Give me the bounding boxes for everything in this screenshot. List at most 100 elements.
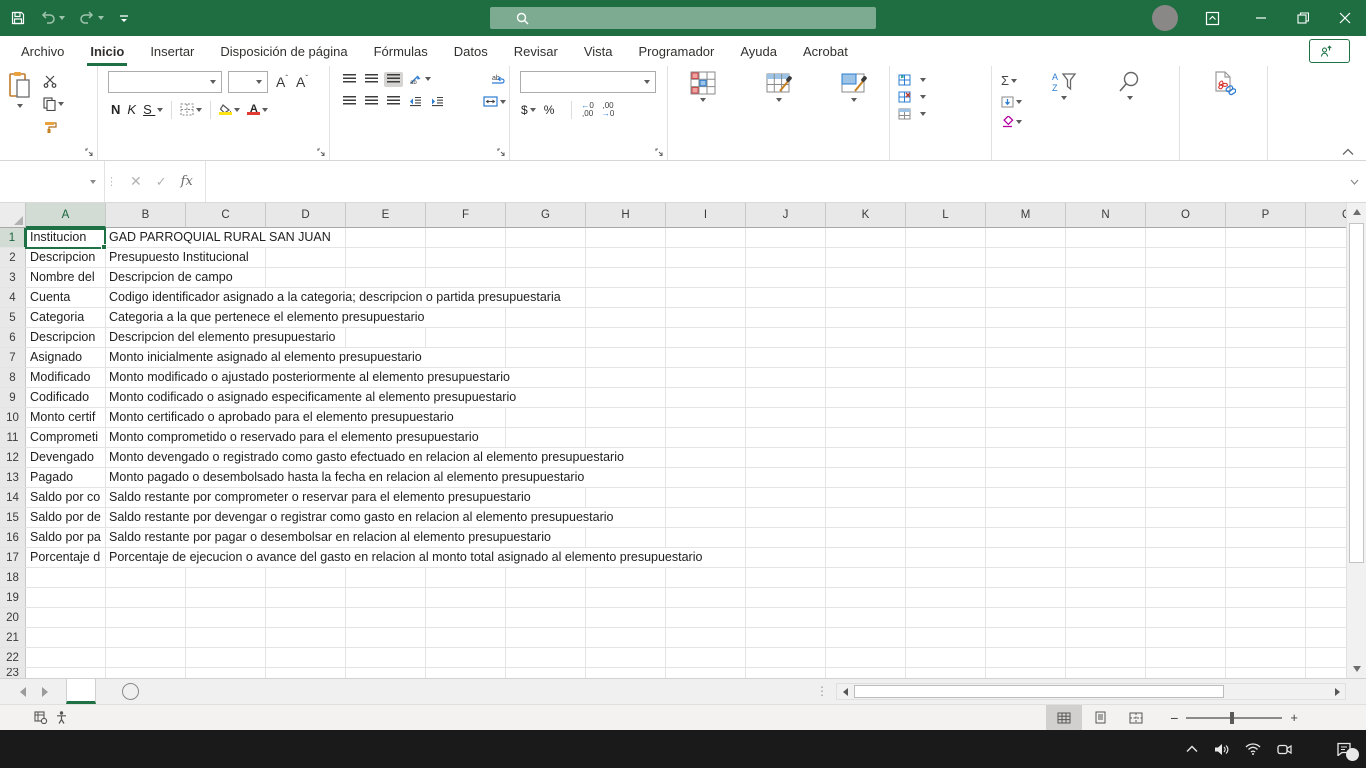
- name-box[interactable]: [0, 161, 104, 202]
- cell-area[interactable]: [106, 628, 1346, 647]
- vertical-scroll-thumb[interactable]: [1349, 223, 1364, 563]
- zoom-out-button[interactable]: −: [1170, 710, 1178, 726]
- cell-area[interactable]: Porcentaje de ejecucion o avance del gas…: [106, 548, 1346, 567]
- column-header[interactable]: E: [346, 203, 426, 228]
- row-header[interactable]: 15: [0, 508, 26, 527]
- cell-column-b[interactable]: Monto certificado o aprobado para el ele…: [106, 408, 458, 427]
- customize-qat-button[interactable]: [118, 12, 130, 24]
- cell-column-b[interactable]: Monto codificado o asignado especificame…: [106, 388, 520, 407]
- cell-area[interactable]: Codigo identificador asignado a la categ…: [106, 288, 1346, 307]
- cell-column-b[interactable]: Descripcion del elemento presupuestario: [106, 328, 340, 347]
- ribbon-tab[interactable]: Inicio: [77, 36, 137, 66]
- format-as-table-button[interactable]: [744, 71, 814, 102]
- cell-column-a[interactable]: Nombre del: [26, 268, 106, 287]
- copy-button[interactable]: [40, 95, 67, 113]
- cell-column-b[interactable]: Saldo restante por comprometer o reserva…: [106, 488, 535, 507]
- restore-button[interactable]: [1282, 0, 1324, 36]
- select-all-corner[interactable]: [0, 203, 26, 228]
- volume-button[interactable]: [1214, 743, 1229, 756]
- align-middle-button[interactable]: [362, 72, 381, 87]
- cell-column-a[interactable]: Saldo por pa: [26, 528, 106, 547]
- cell-column-b[interactable]: Descripcion de campo: [106, 268, 237, 287]
- row-header[interactable]: 14: [0, 488, 26, 507]
- row-header[interactable]: 6: [0, 328, 26, 347]
- paste-button[interactable]: [8, 71, 32, 135]
- cell-area[interactable]: Descripcion del elemento presupuestario: [106, 328, 1346, 347]
- cell-column-a[interactable]: [26, 628, 106, 647]
- wrap-text-button[interactable]: ab: [488, 71, 509, 87]
- font-dialog-launcher[interactable]: [317, 148, 326, 157]
- cell-column-a[interactable]: Saldo por co: [26, 488, 106, 507]
- decrease-indent-button[interactable]: [406, 94, 425, 109]
- column-header[interactable]: A: [26, 203, 106, 228]
- cell-column-a[interactable]: [26, 568, 106, 587]
- row-header[interactable]: 21: [0, 628, 26, 647]
- row-header[interactable]: 18: [0, 568, 26, 587]
- row-header[interactable]: 11: [0, 428, 26, 447]
- zoom-slider-thumb[interactable]: [1230, 712, 1234, 724]
- align-right-button[interactable]: [384, 94, 403, 109]
- cell-column-b[interactable]: Monto modificado o ajustado posteriormen…: [106, 368, 514, 387]
- ribbon-tab[interactable]: Insertar: [137, 36, 207, 66]
- italic-button[interactable]: K: [124, 100, 139, 119]
- align-center-button[interactable]: [362, 94, 381, 109]
- cancel-button[interactable]: ✕: [130, 173, 142, 190]
- align-left-button[interactable]: [340, 94, 359, 109]
- vertical-scrollbar[interactable]: [1346, 203, 1366, 678]
- cell-column-a[interactable]: Devengado: [26, 448, 106, 467]
- column-header[interactable]: B: [106, 203, 186, 228]
- row-header[interactable]: 1: [0, 228, 26, 247]
- cell-area[interactable]: Monto codificado o asignado especificame…: [106, 388, 1346, 407]
- cell-column-a[interactable]: [26, 668, 106, 678]
- cell-column-a[interactable]: Porcentaje d: [26, 548, 106, 567]
- row-header[interactable]: 19: [0, 588, 26, 607]
- align-top-button[interactable]: [340, 72, 359, 87]
- column-header[interactable]: N: [1066, 203, 1146, 228]
- cell-area[interactable]: Monto comprometido o reservado para el e…: [106, 428, 1346, 447]
- cell-column-b[interactable]: Codigo identificador asignado a la categ…: [106, 288, 565, 307]
- row-header[interactable]: 9: [0, 388, 26, 407]
- macro-record-button[interactable]: [34, 711, 48, 724]
- formula-input[interactable]: [206, 161, 1342, 202]
- cell-column-a[interactable]: Categoria: [26, 308, 106, 327]
- save-button[interactable]: [10, 10, 26, 26]
- cell-column-b[interactable]: Monto comprometido o reservado para el e…: [106, 428, 483, 447]
- row-header[interactable]: 20: [0, 608, 26, 627]
- percent-style-button[interactable]: %: [541, 101, 558, 119]
- cell-area[interactable]: Descripcion de campo: [106, 268, 1346, 287]
- cell-column-a[interactable]: Comprometi: [26, 428, 106, 447]
- column-header[interactable]: F: [426, 203, 506, 228]
- ribbon-tab[interactable]: Disposición de página: [207, 36, 360, 66]
- cell-column-b[interactable]: Monto inicialmente asignado al elemento …: [106, 348, 426, 367]
- column-header[interactable]: Q: [1306, 203, 1346, 228]
- ribbon-display-options-button[interactable]: [1194, 0, 1230, 36]
- cell-area[interactable]: [106, 668, 1346, 678]
- redo-button[interactable]: [79, 11, 104, 25]
- close-button[interactable]: [1324, 0, 1366, 36]
- minimize-button[interactable]: [1240, 0, 1282, 36]
- create-pdf-button[interactable]: [1189, 71, 1259, 100]
- cell-area[interactable]: Monto pagado o desembolsado hasta la fec…: [106, 468, 1346, 487]
- row-header[interactable]: 10: [0, 408, 26, 427]
- page-layout-view-button[interactable]: [1082, 705, 1118, 730]
- scroll-right-button[interactable]: [1329, 688, 1345, 696]
- wifi-button[interactable]: [1245, 743, 1261, 755]
- font-size-select[interactable]: [228, 71, 268, 93]
- cell-column-b[interactable]: Porcentaje de ejecucion o avance del gas…: [106, 548, 706, 567]
- row-header[interactable]: 8: [0, 368, 26, 387]
- cell-area[interactable]: [106, 608, 1346, 627]
- zoom-in-button[interactable]: +: [1290, 710, 1298, 725]
- alignment-dialog-launcher[interactable]: [497, 148, 506, 157]
- accessibility-status[interactable]: [56, 711, 72, 724]
- new-sheet-button[interactable]: [122, 683, 139, 700]
- normal-view-button[interactable]: [1046, 705, 1082, 730]
- avatar[interactable]: [1152, 5, 1178, 31]
- column-header[interactable]: P: [1226, 203, 1306, 228]
- cell-area[interactable]: Saldo restante por comprometer o reserva…: [106, 488, 1346, 507]
- increase-font-button[interactable]: Aˆ: [276, 74, 288, 90]
- cell-area[interactable]: [106, 588, 1346, 607]
- column-header[interactable]: J: [746, 203, 826, 228]
- show-hidden-icons-button[interactable]: [1186, 745, 1198, 753]
- row-header[interactable]: 2: [0, 248, 26, 267]
- cell-column-a[interactable]: [26, 608, 106, 627]
